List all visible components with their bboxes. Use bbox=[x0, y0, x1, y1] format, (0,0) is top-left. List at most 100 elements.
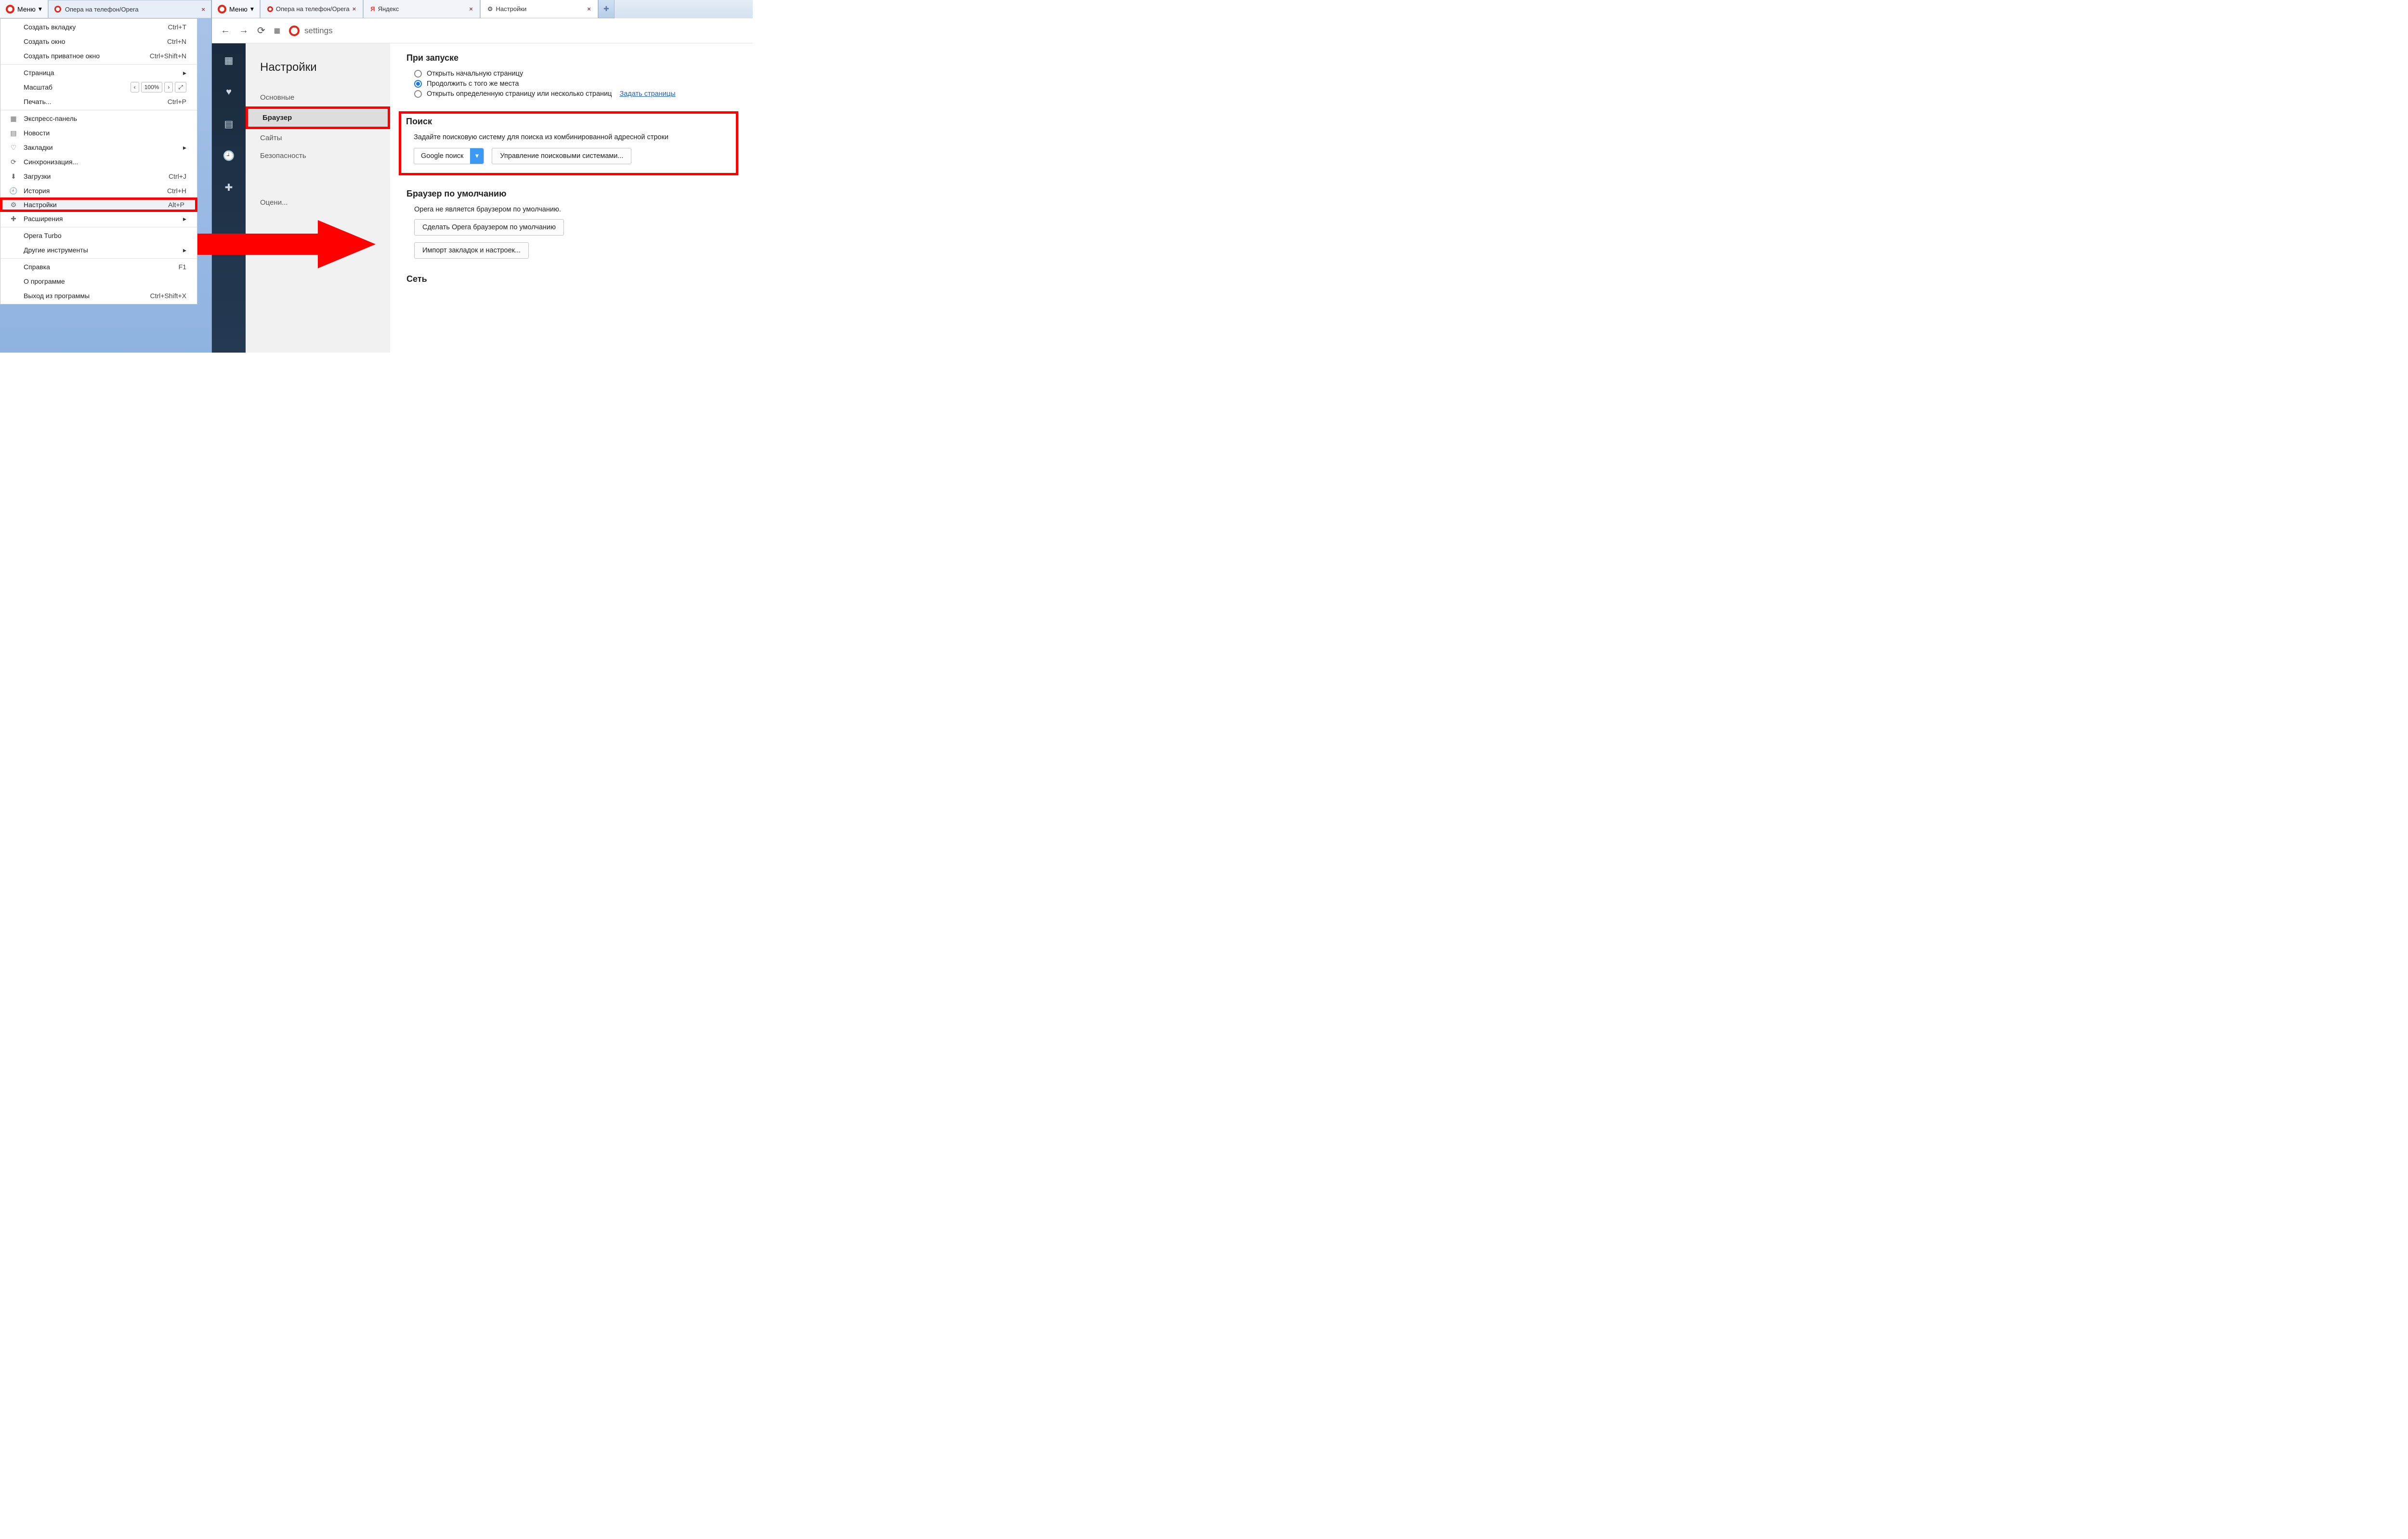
tab-settings[interactable]: ⚙ Настройки × bbox=[480, 0, 598, 18]
menu-label: Синхронизация... bbox=[24, 158, 78, 166]
chevron-right-icon: ▸ bbox=[183, 246, 186, 254]
menu-label: Создать окно bbox=[24, 38, 65, 45]
clock-icon[interactable]: 🕘 bbox=[222, 149, 235, 162]
menu-label: Выход из программы bbox=[24, 292, 90, 300]
zoom-in-button[interactable]: › bbox=[164, 82, 173, 92]
shortcut: Alt+P bbox=[168, 201, 184, 209]
menu-devtools[interactable]: Другие инструменты ▸ bbox=[0, 243, 197, 257]
forward-button[interactable]: → bbox=[239, 25, 249, 36]
news-icon: ▤ bbox=[9, 129, 18, 137]
chevron-right-icon: ▸ bbox=[183, 215, 186, 223]
menu-speed-dial[interactable]: ▦ Экспресс-панель bbox=[0, 111, 197, 126]
news-icon[interactable]: ▤ bbox=[222, 118, 235, 130]
menu-downloads[interactable]: ⬇ Загрузки Ctrl+J bbox=[0, 169, 197, 184]
menu-about[interactable]: О программе bbox=[0, 274, 197, 289]
sidebar-item-sites[interactable]: Сайты bbox=[246, 129, 390, 147]
menu-new-private[interactable]: Создать приватное окно Ctrl+Shift+N bbox=[0, 49, 197, 63]
menu-label: Opera Turbo bbox=[24, 232, 62, 239]
tab-opera-mobile[interactable]: Опера на телефон/Opera × bbox=[48, 0, 211, 18]
gear-icon: ⚙ bbox=[487, 5, 493, 13]
group-search: Поиск Задайте поисковую систему для поис… bbox=[406, 117, 731, 164]
sidebar-item-security[interactable]: Безопасность bbox=[246, 147, 390, 165]
yandex-logo-icon: Я bbox=[370, 5, 375, 13]
grid-icon: ▦ bbox=[9, 114, 18, 123]
reload-button[interactable]: ⟳ bbox=[257, 25, 265, 37]
close-icon[interactable]: × bbox=[201, 6, 205, 13]
browser-toolbar: ← → ⟳ ▦ bbox=[212, 18, 753, 43]
menu-button[interactable]: Меню ▾ bbox=[0, 0, 48, 18]
zoom-fullscreen-button[interactable]: ⤢ bbox=[175, 82, 186, 92]
sidebar-item-rate[interactable]: Оцени... bbox=[246, 194, 390, 211]
import-button[interactable]: Импорт закладок и настроек... bbox=[414, 242, 529, 259]
menu-extensions[interactable]: ✚ Расширения ▸ bbox=[0, 211, 197, 226]
close-icon[interactable]: × bbox=[469, 5, 473, 13]
back-button[interactable]: ← bbox=[221, 25, 230, 36]
menu-new-window[interactable]: Создать окно Ctrl+N bbox=[0, 34, 197, 49]
menu-help[interactable]: Справка F1 bbox=[0, 260, 197, 274]
menu-history[interactable]: 🕘 История Ctrl+H bbox=[0, 184, 197, 198]
default-browser-msg: Opera не является браузером по умолчанию… bbox=[414, 206, 738, 213]
radio-continue[interactable]: Продолжить с того же места bbox=[414, 80, 738, 88]
puzzle-icon[interactable]: ✚ bbox=[222, 181, 235, 194]
new-tab-button[interactable]: ✚ bbox=[598, 0, 615, 18]
search-description: Задайте поисковую систему для поиска из … bbox=[414, 133, 731, 141]
menu-button-label: Меню bbox=[17, 5, 36, 13]
left-titlebar: Меню ▾ Опера на телефон/Opera × bbox=[0, 0, 211, 18]
sync-icon: ⟳ bbox=[9, 158, 18, 166]
menu-turbo[interactable]: Opera Turbo bbox=[0, 228, 197, 243]
menu-new-tab[interactable]: Создать вкладку Ctrl+T bbox=[0, 20, 197, 34]
search-engine-select[interactable]: Google поиск ▾ bbox=[414, 148, 484, 164]
shortcut: F1 bbox=[179, 263, 186, 271]
radio-start-page[interactable]: Открыть начальную страницу bbox=[414, 70, 738, 78]
chevron-down-icon: ▾ bbox=[470, 148, 484, 164]
group-network: Сеть bbox=[406, 274, 738, 284]
grid-icon[interactable]: ▦ bbox=[222, 54, 235, 66]
address-bar[interactable] bbox=[289, 21, 744, 40]
opera-logo-icon bbox=[267, 6, 273, 12]
tab-label: Опера на телефон/Opera bbox=[276, 5, 350, 13]
clock-icon: 🕘 bbox=[9, 186, 18, 195]
make-default-button[interactable]: Сделать Opera браузером по умолчанию bbox=[414, 219, 564, 236]
menu-page[interactable]: Страница ▸ bbox=[0, 66, 197, 80]
menu-bookmarks[interactable]: ♡ Закладки ▸ bbox=[0, 140, 197, 155]
close-icon[interactable]: × bbox=[353, 5, 356, 13]
heart-icon[interactable]: ♥ bbox=[222, 86, 235, 98]
menu-news[interactable]: ▤ Новости bbox=[0, 126, 197, 140]
shortcut: Ctrl+H bbox=[167, 187, 186, 195]
radio-label: Открыть начальную страницу bbox=[427, 70, 523, 78]
search-engine-value: Google поиск bbox=[414, 152, 470, 160]
tab-opera-mobile[interactable]: Опера на телефон/Opera × bbox=[260, 0, 363, 18]
radio-specific-pages[interactable]: Открыть определенную страницу или нескол… bbox=[414, 90, 738, 98]
address-input[interactable] bbox=[304, 26, 744, 36]
tab-label: Яндекс bbox=[378, 5, 399, 13]
radio-icon bbox=[414, 80, 422, 88]
set-pages-link[interactable]: Задать страницы bbox=[619, 90, 675, 98]
shortcut: Ctrl+Shift+N bbox=[150, 52, 186, 60]
menu-label: О программе bbox=[24, 277, 65, 285]
sidebar-item-browser[interactable]: Браузер bbox=[248, 109, 388, 127]
menu-label: Расширения bbox=[24, 215, 63, 223]
menu-label: Настройки bbox=[24, 201, 57, 209]
manage-engines-button[interactable]: Управление поисковыми системами... bbox=[492, 148, 631, 164]
speed-dial-button[interactable]: ▦ bbox=[274, 26, 280, 35]
chevron-down-icon: ▾ bbox=[250, 5, 254, 13]
opera-settings-window: Меню ▾ Опера на телефон/Opera × Я Яндекс… bbox=[212, 0, 753, 353]
tab-yandex[interactable]: Я Яндекс × bbox=[363, 0, 480, 18]
zoom-out-button[interactable]: ‹ bbox=[131, 82, 139, 92]
menu-label: История bbox=[24, 187, 50, 195]
sidebar-item-basic[interactable]: Основные bbox=[246, 89, 390, 106]
group-default-browser: Браузер по умолчанию Opera не является б… bbox=[406, 189, 738, 259]
close-icon[interactable]: × bbox=[587, 5, 591, 13]
shortcut: Ctrl+N bbox=[167, 38, 186, 45]
menu-settings[interactable]: ⚙ Настройки Alt+P bbox=[0, 197, 197, 212]
search-highlight-box: Поиск Задайте поисковую систему для поис… bbox=[399, 111, 738, 175]
menu-print[interactable]: Печать... Ctrl+P bbox=[0, 94, 197, 109]
menu-exit[interactable]: Выход из программы Ctrl+Shift+X bbox=[0, 289, 197, 303]
group-startup: При запуске Открыть начальную страницу П… bbox=[406, 53, 738, 98]
shortcut: Ctrl+J bbox=[169, 172, 186, 180]
menu-button[interactable]: Меню ▾ bbox=[212, 0, 260, 18]
menu-sync[interactable]: ⟳ Синхронизация... bbox=[0, 155, 197, 169]
chevron-right-icon: ▸ bbox=[183, 69, 186, 77]
heading-startup: При запуске bbox=[406, 53, 738, 63]
opera-logo-icon bbox=[6, 5, 14, 13]
